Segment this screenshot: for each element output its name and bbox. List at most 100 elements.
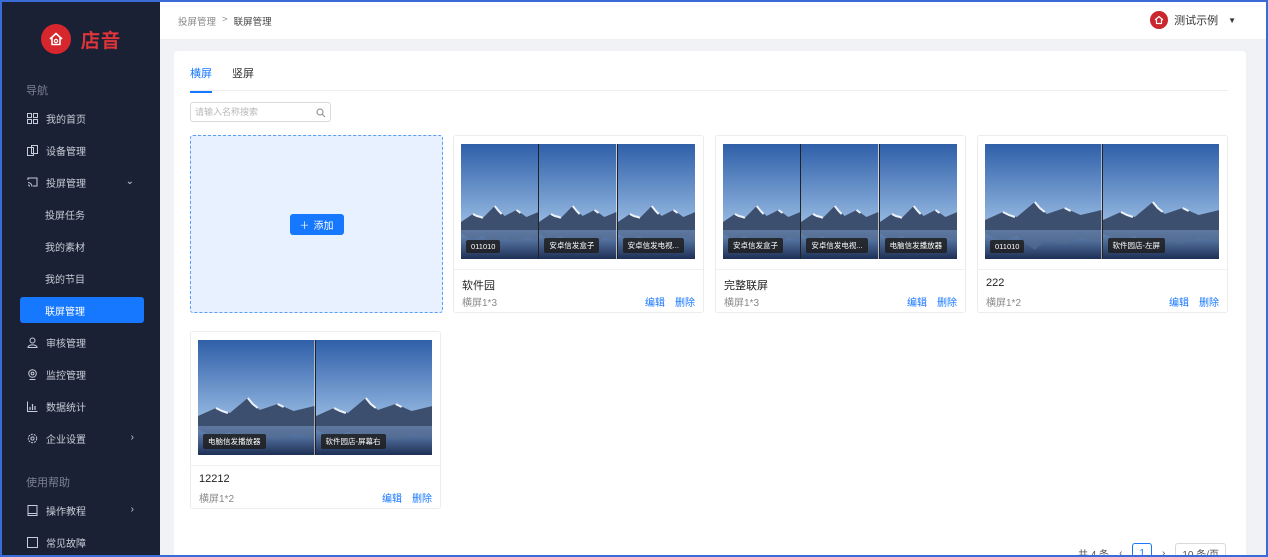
brand: 店音 bbox=[2, 2, 160, 76]
sidebar-subitem-materials[interactable]: 我的素材 bbox=[2, 230, 160, 262]
plus-icon: ＋ bbox=[299, 220, 310, 232]
card-actions: 编辑 删除 bbox=[382, 490, 432, 505]
search-input[interactable] bbox=[195, 107, 313, 117]
card-layout: 横屏1*3 bbox=[724, 298, 760, 309]
edit-link[interactable]: 编辑 bbox=[645, 294, 665, 309]
screen-label: 011010 bbox=[466, 240, 501, 253]
card-name: 软件园 bbox=[462, 280, 495, 292]
user-name: 测试示例 bbox=[1174, 15, 1219, 27]
tabs-divider bbox=[190, 90, 1228, 91]
card-layout: 横屏1*2 bbox=[199, 494, 235, 505]
chevron-right-icon: › bbox=[130, 432, 134, 443]
sidebar-item-cast[interactable]: 投屏管理 ⌄ bbox=[2, 166, 160, 198]
screen-preview: 011010 软件园店-左屏 bbox=[985, 144, 1219, 259]
avatar bbox=[1150, 11, 1169, 29]
edit-link[interactable]: 编辑 bbox=[1169, 294, 1189, 309]
gear-icon bbox=[26, 432, 38, 444]
add-button[interactable]: ＋ 添加 bbox=[289, 213, 344, 235]
total-count: 共 4 条 bbox=[1077, 549, 1110, 557]
help-section-title: 使用帮助 bbox=[26, 477, 70, 489]
sidebar-item-label: 投屏管理 bbox=[46, 178, 86, 190]
joint-screen-card[interactable]: 安卓信发盒子 安卓信发电视... 电脑信发播放器 完整联屏 横屏1*3 编辑 删… bbox=[715, 135, 966, 313]
caret-down-icon: ▼ bbox=[1228, 15, 1236, 25]
screen-label: 安卓信发盒子 bbox=[728, 238, 783, 253]
help-icon bbox=[26, 536, 38, 548]
card-divider bbox=[716, 269, 965, 270]
chevron-right-icon: › bbox=[130, 504, 134, 515]
screen-tile: 安卓信发电视... bbox=[801, 144, 880, 259]
grid-icon bbox=[26, 112, 38, 124]
card-actions: 编辑 删除 bbox=[907, 294, 957, 309]
search-box bbox=[190, 102, 331, 122]
sidebar-subitem-programs[interactable]: 我的节目 bbox=[2, 262, 160, 294]
sidebar-item-label: 操作教程 bbox=[46, 506, 86, 518]
home-logo-icon bbox=[40, 24, 71, 54]
screen-tile: 电脑信发播放器 bbox=[879, 144, 957, 259]
card-divider bbox=[191, 465, 440, 466]
breadcrumb: 投屏管理 > 联屏管理 bbox=[160, 14, 272, 28]
screen-preview: 安卓信发盒子 安卓信发电视... 电脑信发播放器 bbox=[723, 144, 957, 259]
edit-link[interactable]: 编辑 bbox=[382, 490, 402, 505]
delete-link[interactable]: 删除 bbox=[412, 490, 432, 505]
sidebar-item-tutorial[interactable]: 操作教程 › bbox=[2, 494, 160, 526]
card-divider bbox=[978, 269, 1227, 270]
page-number-button[interactable]: 1 bbox=[1132, 543, 1152, 557]
page-size-select[interactable]: 10 条/页 bbox=[1175, 543, 1226, 557]
sidebar-item-label: 审核管理 bbox=[46, 338, 86, 350]
joint-screen-card[interactable]: 电脑信发播放器 软件园店-屏幕右 12212 横屏1*2 编辑 删除 bbox=[190, 331, 441, 509]
sidebar-item-settings[interactable]: 企业设置 › bbox=[2, 422, 160, 454]
screen-label: 安卓信发电视... bbox=[806, 238, 868, 253]
sidebar-subitem-cast-tasks[interactable]: 投屏任务 bbox=[2, 198, 160, 230]
sidebar-item-label: 常见故障 bbox=[46, 538, 86, 550]
nav-section-title: 导航 bbox=[26, 85, 48, 97]
card-name: 完整联屏 bbox=[724, 280, 768, 292]
screen-tile: 安卓信发盒子 bbox=[723, 144, 802, 259]
next-page-icon[interactable]: › bbox=[1162, 548, 1165, 557]
search-icon[interactable] bbox=[316, 107, 326, 121]
screen-label: 软件园店-左屏 bbox=[1107, 238, 1165, 253]
sidebar-item-label: 数据统计 bbox=[46, 402, 86, 414]
tab-portrait[interactable]: 竖屏 bbox=[232, 65, 254, 93]
book-icon bbox=[26, 504, 38, 516]
sidebar-item-home[interactable]: 我的首页 bbox=[2, 102, 160, 134]
sidebar-item-monitor[interactable]: 监控管理 bbox=[2, 358, 160, 390]
screen-label: 软件园店-屏幕右 bbox=[320, 434, 386, 449]
card-name: 222 bbox=[986, 277, 1005, 289]
screen-tile: 安卓信发盒子 bbox=[539, 144, 618, 259]
screen-label: 电脑信发播放器 bbox=[884, 238, 948, 253]
delete-link[interactable]: 删除 bbox=[937, 294, 957, 309]
screen-label: 安卓信发电视... bbox=[622, 238, 684, 253]
user-menu[interactable]: 测试示例 ▼ bbox=[1150, 11, 1236, 29]
sidebar-item-label: 设备管理 bbox=[46, 146, 86, 158]
card-layout: 横屏1*3 bbox=[462, 298, 498, 309]
sidebar-item-faq[interactable]: 常见故障 bbox=[2, 526, 160, 555]
prev-page-icon[interactable]: ‹ bbox=[1119, 548, 1122, 557]
sidebar-item-label: 监控管理 bbox=[46, 370, 86, 382]
sidebar-item-devices[interactable]: 设备管理 bbox=[2, 134, 160, 166]
screen-tile: 安卓信发电视... bbox=[617, 144, 695, 259]
top-header: 投屏管理 > 联屏管理 测试示例 ▼ bbox=[160, 2, 1266, 39]
breadcrumb-separator: > bbox=[222, 13, 228, 25]
tab-landscape[interactable]: 横屏 bbox=[190, 65, 212, 93]
joint-screen-card[interactable]: 011010 安卓信发盒子 安卓信发电视... 软件园 横屏1*3 编辑 删除 bbox=[453, 135, 704, 313]
camera-icon bbox=[26, 368, 38, 380]
delete-link[interactable]: 删除 bbox=[1199, 294, 1219, 309]
screen-label: 安卓信发盒子 bbox=[544, 238, 600, 253]
orientation-tabs: 横屏 竖屏 bbox=[190, 65, 254, 93]
bar-chart-icon bbox=[26, 400, 38, 412]
sidebar-item-review[interactable]: 审核管理 bbox=[2, 326, 160, 358]
add-joint-screen-card[interactable]: ＋ 添加 bbox=[190, 135, 443, 313]
sidebar-subitem-joint-screen[interactable]: 联屏管理 bbox=[20, 297, 144, 323]
cast-icon bbox=[26, 176, 38, 188]
breadcrumb-item[interactable]: 投屏管理 bbox=[178, 14, 216, 28]
device-icon bbox=[26, 144, 38, 156]
sidebar-item-stats[interactable]: 数据统计 bbox=[2, 390, 160, 422]
screen-tile: 软件园店-屏幕右 bbox=[315, 340, 432, 455]
delete-link[interactable]: 删除 bbox=[675, 294, 695, 309]
joint-screen-card[interactable]: 011010 软件园店-左屏 222 横屏1*2 编辑 删除 bbox=[977, 135, 1228, 313]
user-check-icon bbox=[26, 336, 38, 348]
sidebar-item-label: 我的首页 bbox=[46, 114, 86, 126]
brand-name: 店音 bbox=[80, 30, 121, 52]
screen-tile: 软件园店-左屏 bbox=[1102, 144, 1219, 259]
edit-link[interactable]: 编辑 bbox=[907, 294, 927, 309]
